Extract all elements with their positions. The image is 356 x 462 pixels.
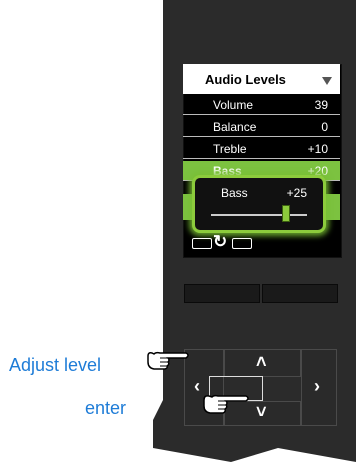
menu-item-value: +10 bbox=[307, 142, 328, 156]
back-arrow-icon: ↻ bbox=[213, 232, 228, 251]
menu-item-volume[interactable]: Volume 39 bbox=[183, 95, 340, 115]
menu-title-text: Audio Levels bbox=[205, 71, 286, 87]
pointing-hand-icon bbox=[200, 392, 249, 414]
selection-glow-right bbox=[326, 194, 340, 220]
softkey-left[interactable] bbox=[184, 284, 260, 303]
menu-item-balance[interactable]: Balance 0 bbox=[183, 117, 340, 137]
chevron-up-icon: ˄ bbox=[256, 352, 267, 372]
adjust-level-label: Adjust level bbox=[9, 355, 102, 375]
menu-item-label: Volume bbox=[213, 98, 254, 112]
menu-item-label: Treble bbox=[213, 142, 247, 156]
menu-title: Audio Levels bbox=[183, 64, 340, 94]
menu-item-treble[interactable]: Treble +10 bbox=[183, 139, 340, 159]
back-bracket-left bbox=[192, 238, 212, 249]
popup-label: Bass bbox=[221, 186, 248, 200]
enter-label: enter bbox=[85, 398, 127, 418]
chevron-down-icon: ˅ bbox=[256, 402, 267, 422]
pointing-hand-icon bbox=[146, 350, 189, 370]
nav-up-button[interactable]: ˄ bbox=[224, 349, 301, 377]
nav-right-button[interactable]: › bbox=[301, 349, 337, 426]
back-bracket-right bbox=[232, 238, 252, 249]
level-slider-track[interactable] bbox=[211, 214, 307, 216]
menu-item-value: 39 bbox=[314, 98, 328, 112]
menu-item-label: Balance bbox=[213, 120, 257, 134]
menu-item-value: 0 bbox=[321, 120, 328, 134]
level-slider-thumb[interactable] bbox=[281, 205, 290, 222]
triangle-down-icon bbox=[322, 77, 332, 85]
popup-value: +25 bbox=[286, 186, 307, 200]
level-popup[interactable]: Bass +25 bbox=[192, 175, 326, 233]
chevron-right-icon: › bbox=[314, 376, 320, 396]
softkey-right[interactable] bbox=[262, 284, 338, 303]
back-control[interactable]: ↻ bbox=[192, 232, 254, 251]
